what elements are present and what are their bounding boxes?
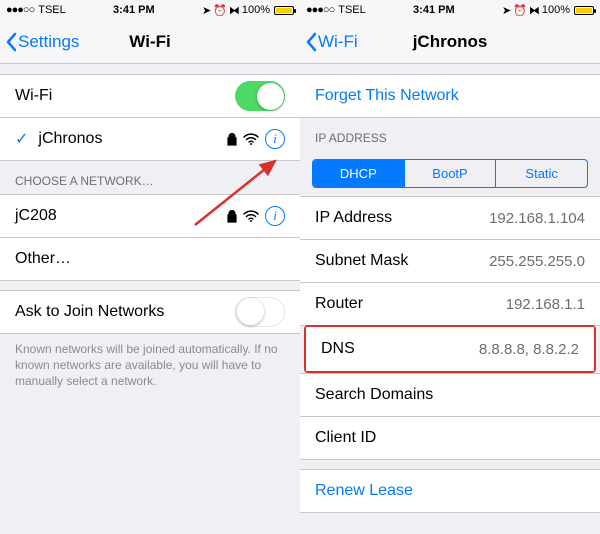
renew-lease-label: Renew Lease: [315, 482, 413, 500]
wifi-toggle-row: Wi-Fi: [0, 74, 300, 118]
battery-percent: 100%: [242, 4, 270, 16]
router-label: Router: [315, 295, 506, 313]
wifi-icon: [243, 210, 259, 222]
network-name: jC208: [15, 207, 227, 225]
subnet-row[interactable]: Subnet Mask 255.255.255.0: [300, 239, 600, 283]
ip-address-label: IP Address: [315, 209, 489, 227]
back-label: Settings: [18, 32, 79, 52]
wifi-icon: [243, 133, 259, 145]
battery-icon: [274, 6, 294, 15]
alarm-icon: ⏰: [513, 4, 527, 17]
info-icon[interactable]: i: [265, 206, 285, 226]
tab-dhcp[interactable]: DHCP: [313, 160, 405, 187]
subnet-label: Subnet Mask: [315, 252, 489, 270]
search-domains-label: Search Domains: [315, 386, 585, 404]
annotation-highlight: DNS 8.8.8.8, 8.8.2.2: [304, 325, 596, 373]
ask-to-join-row: Ask to Join Networks: [0, 290, 300, 334]
tab-static[interactable]: Static: [496, 160, 587, 187]
signal-dots-icon: ●●●○○: [306, 4, 334, 16]
checkmark-icon: ✓: [15, 129, 28, 149]
carrier-label: TSEL: [38, 4, 66, 16]
back-label: Wi-Fi: [318, 32, 358, 52]
ask-to-join-toggle[interactable]: [235, 297, 285, 327]
search-domains-row[interactable]: Search Domains: [300, 373, 600, 417]
dns-row[interactable]: DNS 8.8.8.8, 8.8.2.2: [306, 327, 594, 371]
clock: 3:41 PM: [66, 4, 202, 16]
status-bar: ●●●○○ TSEL 3:41 PM ➤ ⏰ ⧓ 100%: [0, 0, 300, 20]
tab-bootp[interactable]: BootP: [405, 160, 497, 187]
network-detail-screen: ●●●○○ TSEL 3:41 PM ➤ ⏰ ⧓ 100% Wi-Fi jChr…: [300, 0, 600, 534]
wifi-settings-screen: ●●●○○ TSEL 3:41 PM ➤ ⏰ ⧓ 100% Settings W…: [0, 0, 300, 534]
forget-network-button[interactable]: Forget This Network: [300, 74, 600, 118]
clock: 3:41 PM: [366, 4, 502, 16]
network-row[interactable]: jC208 i: [0, 194, 300, 238]
ip-mode-segmented: DHCP BootP Static: [312, 159, 588, 188]
footer-note: Known networks will be joined automatica…: [0, 333, 300, 398]
choose-network-header: CHOOSE A NETWORK…: [0, 160, 300, 194]
ask-to-join-label: Ask to Join Networks: [15, 303, 235, 321]
ip-address-header: IP ADDRESS: [300, 117, 600, 151]
lock-icon: [227, 133, 237, 146]
router-row[interactable]: Router 192.168.1.1: [300, 282, 600, 326]
ip-address-value: 192.168.1.104: [489, 210, 585, 227]
router-value: 192.168.1.1: [506, 296, 585, 313]
connected-network-name: jChronos: [38, 130, 227, 148]
back-button[interactable]: Settings: [0, 32, 79, 52]
dns-label: DNS: [321, 340, 479, 358]
connected-network-row[interactable]: ✓ jChronos i: [0, 117, 300, 161]
wifi-toggle[interactable]: [235, 81, 285, 111]
back-button[interactable]: Wi-Fi: [300, 32, 358, 52]
wifi-label: Wi-Fi: [15, 87, 235, 105]
ip-address-row[interactable]: IP Address 192.168.1.104: [300, 196, 600, 240]
forget-network-label: Forget This Network: [315, 87, 459, 105]
lock-icon: [227, 210, 237, 223]
location-icon: ➤: [202, 4, 211, 17]
nav-bar: Settings Wi-Fi: [0, 20, 300, 64]
renew-lease-button[interactable]: Renew Lease: [300, 469, 600, 513]
client-id-row[interactable]: Client ID: [300, 416, 600, 460]
subnet-value: 255.255.255.0: [489, 253, 585, 270]
other-label: Other…: [15, 250, 285, 268]
battery-icon: [574, 6, 594, 15]
alarm-icon: ⏰: [213, 4, 227, 17]
bluetooth-icon: ⧓: [529, 4, 540, 17]
client-id-label: Client ID: [315, 429, 585, 447]
status-bar: ●●●○○ TSEL 3:41 PM ➤ ⏰ ⧓ 100%: [300, 0, 600, 20]
other-network-row[interactable]: Other…: [0, 237, 300, 281]
bluetooth-icon: ⧓: [229, 4, 240, 17]
carrier-label: TSEL: [338, 4, 366, 16]
info-icon[interactable]: i: [265, 129, 285, 149]
location-icon: ➤: [502, 4, 511, 17]
signal-dots-icon: ●●●○○: [6, 4, 34, 16]
dns-value: 8.8.8.8, 8.8.2.2: [479, 341, 579, 358]
battery-percent: 100%: [542, 4, 570, 16]
nav-bar: Wi-Fi jChronos: [300, 20, 600, 64]
